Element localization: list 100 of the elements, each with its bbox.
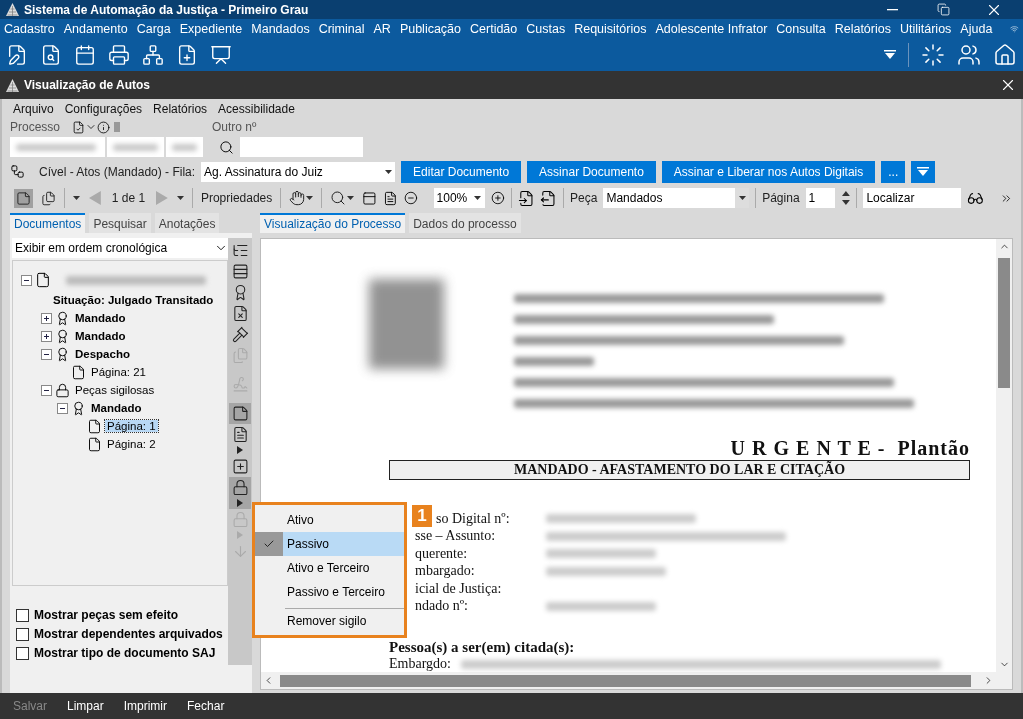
footer-button[interactable]: Limpar: [67, 699, 104, 713]
tree-item[interactable]: Mandado: [73, 330, 128, 342]
callout-badge: 1: [412, 505, 432, 527]
page-field[interactable]: 1: [805, 188, 835, 208]
expand-icon[interactable]: [41, 312, 52, 324]
menu-item[interactable]: AR: [373, 21, 391, 36]
menu-item[interactable]: Carga: [136, 21, 171, 36]
tab[interactable]: Pesquisar: [89, 213, 151, 233]
dropdown-icon[interactable]: [884, 50, 896, 60]
menu-item[interactable]: Ajuda: [960, 21, 993, 36]
page-view-button[interactable]: [14, 188, 33, 208]
menu-item[interactable]: Configurações: [64, 102, 143, 116]
process-number-field[interactable]: [10, 137, 105, 157]
check-icon: [263, 538, 275, 550]
menu-item[interactable]: Certidão: [470, 21, 518, 36]
menu-item[interactable]: Relatórios: [153, 102, 208, 116]
restore-icon: [936, 3, 950, 17]
checkbox-label: Mostrar dependentes arquivados: [34, 627, 223, 641]
spin-icon[interactable]: [840, 190, 851, 206]
menu-item[interactable]: Mandados: [251, 21, 310, 36]
collapse-icon[interactable]: [41, 384, 52, 396]
tree-item[interactable]: Mandado: [73, 312, 128, 324]
menu-item[interactable]: Expediente: [179, 21, 243, 36]
tree-item[interactable]: Mandado: [89, 402, 144, 414]
menu-item[interactable]: Cadastro: [4, 21, 55, 36]
action-button[interactable]: Assinar e Liberar nos Autos Digitais: [661, 160, 876, 183]
expand-icon[interactable]: [41, 330, 52, 342]
checkbox[interactable]: [16, 627, 29, 641]
footer-button[interactable]: Fechar: [187, 699, 225, 713]
dropdown-button[interactable]: [174, 194, 186, 202]
collapse-icon[interactable]: [21, 274, 32, 286]
pan-button[interactable]: [287, 188, 316, 208]
caret-icon: [738, 196, 746, 200]
window-logo: [6, 78, 19, 92]
menu-item[interactable]: Acessibilidade: [218, 102, 295, 116]
menu-item[interactable]: Andamento: [63, 21, 128, 36]
file-check-icon: [72, 120, 85, 134]
file-search-icon: [40, 43, 62, 66]
process-number-field[interactable]: [107, 137, 164, 157]
piece-select[interactable]: Mandados: [603, 188, 750, 208]
expand-button[interactable]: [911, 160, 936, 183]
scroll-thumb[interactable]: [998, 258, 1010, 388]
checkbox[interactable]: [16, 646, 29, 660]
menu-item[interactable]: Utilitários: [899, 21, 952, 36]
find-field[interactable]: Localizar: [863, 188, 962, 208]
file-edit-icon: [6, 43, 28, 66]
menu-item[interactable]: Requisitórios: [574, 21, 647, 36]
note-icon: [231, 405, 249, 422]
scroll-thumb[interactable]: [280, 674, 971, 687]
dropdown-button[interactable]: [71, 194, 82, 202]
menu-item[interactable]: Ativo: [255, 508, 404, 532]
menu-item[interactable]: Ativo e Terceiro: [255, 556, 404, 580]
field-label: Embargdo:: [389, 656, 451, 672]
tab[interactable]: Anotações: [154, 213, 220, 233]
menu-item[interactable]: Adolescente Infrator: [655, 21, 768, 36]
other-number-field[interactable]: [240, 137, 363, 157]
certificate-icon: [55, 310, 70, 326]
process-number-field[interactable]: [166, 137, 203, 157]
field-label: icial de Justiça:: [415, 580, 503, 597]
action-button[interactable]: ...: [881, 160, 906, 183]
tree-item[interactable]: Página: 1: [105, 420, 158, 432]
calendar-icon: [74, 43, 96, 66]
properties-button[interactable]: Propriedades: [198, 189, 275, 207]
zoom-select[interactable]: 100%: [433, 188, 485, 208]
tab[interactable]: Visualização do Processo: [260, 213, 406, 233]
file-x-icon: [231, 305, 249, 322]
menu-item[interactable]: Relatórios: [834, 21, 891, 36]
footer-button[interactable]: Imprimir: [123, 699, 168, 713]
menu-item[interactable]: Custas: [526, 21, 566, 36]
fit-width-icon: [362, 190, 378, 206]
checkbox[interactable]: [16, 608, 29, 622]
tool-button[interactable]: [229, 403, 251, 424]
horizontal-scrollbar[interactable]: [261, 672, 1012, 689]
menu-item[interactable]: Criminal: [318, 21, 365, 36]
queue-label: Cível - Atos (Mandado) - Fila:: [39, 164, 196, 179]
menu-item[interactable]: Consulta: [776, 21, 826, 36]
info-icon: [97, 120, 110, 134]
vertical-scrollbar[interactable]: [996, 239, 1012, 672]
menu-item[interactable]: Passivo e Terceiro: [255, 580, 404, 604]
menu-item[interactable]: Arquivo: [13, 102, 54, 116]
tab[interactable]: Documentos: [10, 213, 86, 233]
action-button[interactable]: Editar Documento: [401, 160, 522, 183]
field-label: sse – Assunto:: [415, 528, 497, 545]
order-select[interactable]: Exibir em ordem cronológica: [12, 238, 228, 258]
tree-item[interactable]: Peças sigilosas: [73, 384, 157, 396]
tree-item[interactable]: Página: 2: [105, 438, 158, 450]
collapse-icon[interactable]: [57, 402, 68, 414]
tool-button[interactable]: [229, 477, 251, 509]
tree-item[interactable]: Página: 21: [89, 366, 148, 378]
menu-item[interactable]: Remover sigilo: [285, 608, 404, 632]
dropdown-icon[interactable]: [917, 167, 930, 176]
tab[interactable]: Dados do processo: [409, 213, 521, 233]
menu-item[interactable]: Publicação: [399, 21, 462, 36]
action-button[interactable]: Assinar Documento: [527, 160, 656, 183]
submenu-arrow-icon: [237, 499, 243, 507]
tree-item[interactable]: Despacho: [73, 348, 132, 360]
queue-select[interactable]: Ag. Assinatura do Juiz: [201, 161, 396, 182]
minimize-icon[interactable]: [886, 8, 898, 11]
menu-item[interactable]: Passivo: [255, 532, 404, 556]
collapse-icon[interactable]: [41, 348, 52, 360]
